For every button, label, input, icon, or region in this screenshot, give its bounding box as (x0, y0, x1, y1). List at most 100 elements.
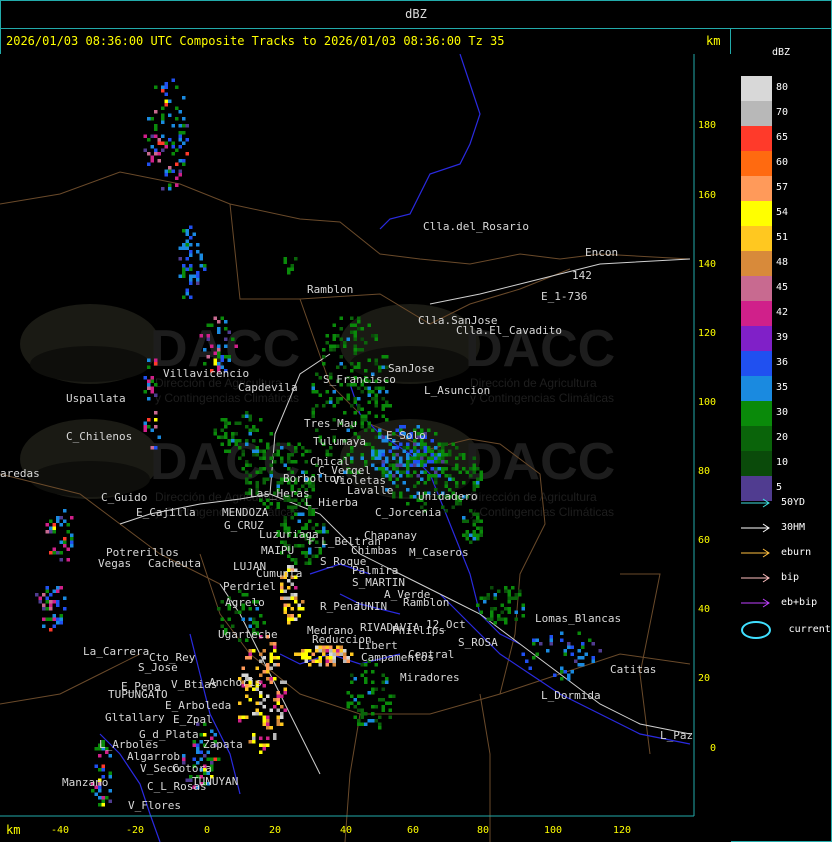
radar-echo-pixel (318, 656, 322, 660)
radar-echo-pixel (374, 393, 378, 397)
legend-title: dBZ (772, 47, 791, 58)
radar-echo-pixel (224, 435, 228, 439)
radar-echo-pixel (399, 495, 403, 499)
radar-echo-pixel (402, 449, 406, 453)
radar-echo-pixel (287, 453, 291, 457)
radar-echo-pixel (224, 425, 228, 429)
radar-echo-pixel (161, 134, 165, 138)
radar-echo-pixel (192, 274, 196, 278)
place-label: Manzano (62, 776, 108, 789)
radar-echo-pixel (479, 470, 483, 474)
radar-echo-pixel (332, 344, 336, 348)
place-label: Ramblon (403, 596, 449, 609)
radar-echo-pixel (168, 166, 172, 170)
radar-echo-pixel (273, 656, 277, 660)
radar-echo-pixel (374, 467, 378, 471)
radar-echo-pixel (63, 607, 67, 611)
radar-echo-pixel (406, 470, 410, 474)
radar-echo-pixel (420, 446, 424, 450)
radar-echo-pixel (500, 617, 504, 621)
radar-echo-pixel (360, 715, 364, 719)
radar-echo-pixel (269, 680, 273, 684)
radar-echo-pixel (238, 701, 242, 705)
radar-echo-pixel (199, 334, 203, 338)
radar-echo-pixel (171, 141, 175, 145)
radar-echo-pixel (52, 614, 56, 618)
radar-echo-pixel (164, 92, 168, 96)
radar-echo-pixel (469, 533, 473, 537)
radar-echo-pixel (49, 530, 53, 534)
radar-echo-pixel (105, 796, 109, 800)
radar-echo-pixel (252, 649, 256, 653)
radar-echo-pixel (353, 334, 357, 338)
radar-echo-pixel (490, 610, 494, 614)
radar-echo-pixel (343, 649, 347, 653)
radar-echo-pixel (280, 694, 284, 698)
radar-echo-pixel (381, 365, 385, 369)
radar-echo-pixel (101, 768, 105, 772)
radar-echo-pixel (164, 82, 168, 86)
radar-map[interactable]: DACC Dirección de Agricultura y Continge… (0, 54, 731, 842)
radar-echo-pixel (385, 418, 389, 422)
place-label: Perdriel (223, 580, 276, 593)
radar-echo-pixel (462, 456, 466, 460)
radar-echo-pixel (427, 456, 431, 460)
radar-echo-pixel (332, 656, 336, 660)
radar-echo-pixel (252, 425, 256, 429)
radar-echo-pixel (287, 460, 291, 464)
radar-echo-pixel (535, 652, 539, 656)
radar-echo-pixel (476, 467, 480, 471)
radar-echo-pixel (423, 446, 427, 450)
radar-echo-pixel (154, 110, 158, 114)
radar-echo-pixel (311, 652, 315, 656)
radar-echo-pixel (259, 418, 263, 422)
watermark-line2-2: y Contingencias Climáticas (470, 391, 614, 405)
radar-echo-pixel (196, 743, 200, 747)
y-tick-label: 20 (698, 673, 710, 684)
current-legend-item: current (741, 619, 831, 639)
radar-echo-pixel (420, 463, 424, 467)
radar-echo-pixel (406, 502, 410, 506)
radar-echo-pixel (297, 519, 301, 523)
radar-echo-pixel (259, 736, 263, 740)
radar-echo-pixel (357, 348, 361, 352)
radar-echo-pixel (332, 337, 336, 341)
radar-echo-pixel (325, 530, 329, 534)
radar-echo-pixel (49, 617, 53, 621)
radar-echo-pixel (427, 428, 431, 432)
radar-echo-pixel (290, 617, 294, 621)
radar-echo-pixel (364, 341, 368, 345)
radar-echo-pixel (472, 530, 476, 534)
radar-echo-pixel (49, 603, 53, 607)
radar-echo-pixel (154, 358, 158, 362)
radar-echo-pixel (388, 463, 392, 467)
radar-echo-pixel (283, 516, 287, 520)
radar-echo-pixel (336, 344, 340, 348)
radar-echo-pixel (423, 460, 427, 464)
radar-echo-pixel (367, 358, 371, 362)
radar-echo-pixel (52, 589, 56, 593)
radar-echo-pixel (308, 449, 312, 453)
radar-echo-pixel (350, 449, 354, 453)
radar-echo-pixel (472, 481, 476, 485)
radar-echo-pixel (374, 400, 378, 404)
radar-echo-pixel (378, 449, 382, 453)
place-label: 142 (572, 269, 592, 282)
radar-echo-pixel (297, 607, 301, 611)
radar-echo-pixel (283, 260, 287, 264)
radar-echo-pixel (381, 355, 385, 359)
radar-echo-pixel (45, 600, 49, 604)
radar-echo-pixel (294, 600, 298, 604)
radar-echo-pixel (395, 446, 399, 450)
radar-echo-pixel (357, 719, 361, 723)
radar-echo-pixel (325, 663, 329, 667)
radar-echo-pixel (276, 708, 280, 712)
radar-echo-pixel (441, 456, 445, 460)
radar-echo-pixel (168, 113, 172, 117)
radar-echo-pixel (266, 719, 270, 723)
radar-echo-pixel (290, 558, 294, 562)
radar-echo-pixel (161, 89, 165, 93)
radar-echo-pixel (45, 596, 49, 600)
radar-echo-pixel (189, 295, 193, 299)
radar-echo-pixel (304, 460, 308, 464)
